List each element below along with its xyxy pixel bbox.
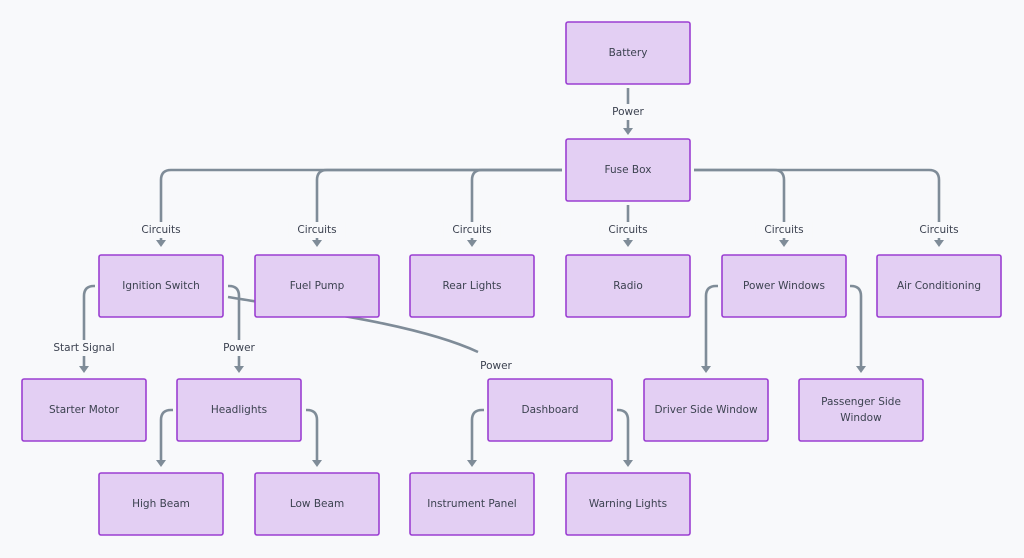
edge-label-text: Circuits — [297, 224, 336, 236]
arrowhead-icon — [79, 366, 89, 373]
node-label: Window — [840, 412, 882, 424]
edge-label: Circuits — [910, 222, 968, 238]
edge-fuse-box-to-air-conditioning — [694, 168, 941, 243]
edge-label-text: Circuits — [919, 224, 958, 236]
node-label: Headlights — [211, 404, 267, 416]
node-label: Fuel Pump — [290, 280, 345, 292]
node-ignition-switch[interactable]: Ignition Switch — [98, 254, 224, 318]
edge-label: Power — [609, 104, 647, 120]
edge-power-windows-to-driver-side-window — [704, 284, 718, 369]
edge-label: Circuits — [288, 222, 346, 238]
node-low-beam[interactable]: Low Beam — [254, 472, 380, 536]
arrowhead-icon — [934, 240, 944, 247]
edge-label: Power — [220, 340, 258, 356]
edge-label: Start Signal — [42, 340, 126, 356]
node-rear-lights[interactable]: Rear Lights — [409, 254, 535, 318]
node-instrument-panel[interactable]: Instrument Panel — [409, 472, 535, 536]
edge-ignition-switch-to-starter-motor — [82, 284, 95, 369]
arrowhead-icon — [467, 240, 477, 247]
node-starter-motor[interactable]: Starter Motor — [21, 378, 147, 442]
node-high-beam[interactable]: High Beam — [98, 472, 224, 536]
node-fuse-box[interactable]: Fuse Box — [565, 138, 691, 202]
edge-label-text: Power — [223, 342, 255, 354]
node-label: Air Conditioning — [897, 280, 981, 292]
node-label: Passenger Side — [821, 396, 901, 408]
edge-power-windows-to-passenger-side-window — [850, 284, 863, 369]
edge-labels-layer: Power Circuits Circuits Circuits Circuits Cir… — [42, 104, 968, 374]
node-label: Radio — [613, 280, 643, 292]
edge-label-text: Start Signal — [53, 342, 114, 354]
edge-headlights-to-low-beam — [306, 408, 319, 463]
node-label: Ignition Switch — [122, 280, 200, 292]
nodes-layer: Battery Fuse Box Ignition Switch Fuel Pump R… — [21, 21, 1002, 536]
node-label: Driver Side Window — [654, 404, 758, 416]
arrowhead-icon — [856, 366, 866, 373]
arrowhead-icon — [312, 240, 322, 247]
edge-dashboard-to-warning-lights — [617, 408, 630, 463]
node-label: Rear Lights — [442, 280, 501, 292]
node-air-conditioning[interactable]: Air Conditioning — [876, 254, 1002, 318]
arrowhead-icon — [156, 240, 166, 247]
node-warning-lights[interactable]: Warning Lights — [565, 472, 691, 536]
node-dashboard[interactable]: Dashboard — [487, 378, 613, 442]
edge-label-text: Circuits — [452, 224, 491, 236]
car-electrical-diagram: Battery Fuse Box Ignition Switch Fuel Pump R… — [21, 21, 1002, 536]
edge-label: Circuits — [132, 222, 190, 238]
arrowhead-icon — [312, 460, 322, 467]
node-driver-side-window[interactable]: Driver Side Window — [643, 378, 769, 442]
node-label: Battery — [609, 47, 648, 59]
edge-label-text: Circuits — [608, 224, 647, 236]
edge-label-text: Circuits — [764, 224, 803, 236]
edge-label-text: Power — [480, 360, 512, 372]
arrowhead-icon — [234, 366, 244, 373]
node-radio[interactable]: Radio — [565, 254, 691, 318]
edge-label: Circuits — [443, 222, 501, 238]
node-label: Power Windows — [743, 280, 825, 292]
arrowhead-icon — [623, 128, 633, 135]
edge-headlights-to-high-beam — [159, 408, 173, 463]
node-box — [798, 378, 924, 442]
arrowhead-icon — [623, 460, 633, 467]
node-label: Dashboard — [522, 404, 579, 416]
arrowhead-icon — [779, 240, 789, 247]
node-label: Warning Lights — [589, 498, 667, 510]
edge-fuse-box-to-ignition-switch — [159, 168, 562, 243]
node-label: High Beam — [132, 498, 190, 510]
arrowhead-icon — [467, 460, 477, 467]
arrowhead-icon — [701, 366, 711, 373]
arrowhead-icon — [156, 460, 166, 467]
edge-dashboard-to-instrument-panel — [470, 408, 484, 463]
node-passenger-side-window[interactable]: Passenger Side Window — [798, 378, 924, 442]
node-power-windows[interactable]: Power Windows — [721, 254, 847, 318]
edge-label: Circuits — [755, 222, 813, 238]
edge-label-text: Circuits — [141, 224, 180, 236]
node-label: Instrument Panel — [427, 498, 516, 510]
node-label: Starter Motor — [49, 404, 120, 416]
node-battery[interactable]: Battery — [565, 21, 691, 85]
edge-label: Power — [477, 358, 515, 374]
edge-fuse-box-to-fuel-pump — [315, 168, 562, 243]
edge-label-text: Power — [612, 106, 644, 118]
node-label: Low Beam — [290, 498, 344, 510]
node-headlights[interactable]: Headlights — [176, 378, 302, 442]
edge-label: Circuits — [599, 222, 657, 238]
node-fuel-pump[interactable]: Fuel Pump — [254, 254, 380, 318]
arrowhead-icon — [623, 240, 633, 247]
node-label: Fuse Box — [605, 164, 652, 176]
